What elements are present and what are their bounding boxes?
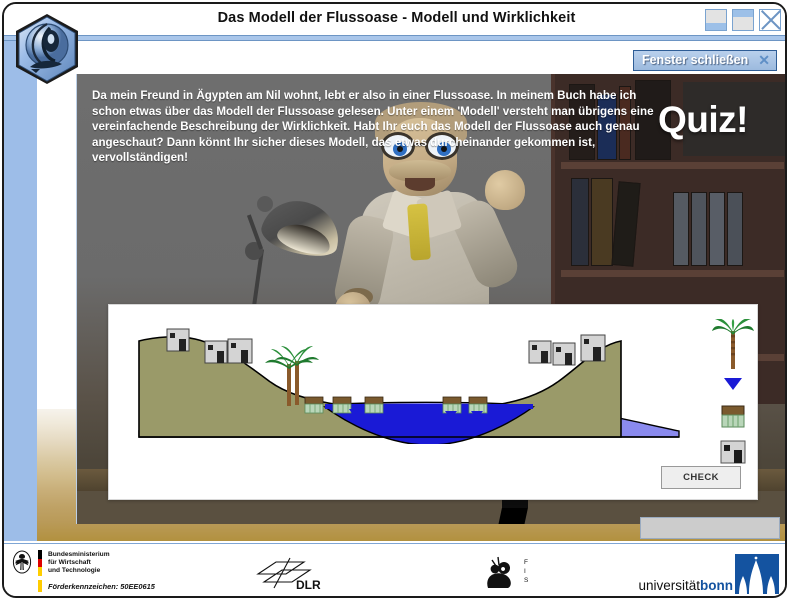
svg-text:DLR: DLR (296, 578, 321, 592)
foerderkennzeichen-text: Förderkennzeichen: 50EE0615 (48, 581, 155, 591)
field-icon (468, 396, 488, 414)
foerderkennzeichen: Förderkennzeichen: 50EE0615 (12, 580, 155, 592)
left-accent-strip (4, 41, 37, 541)
fis-letters: F I S (524, 554, 528, 592)
minimize-icon[interactable] (705, 9, 727, 31)
german-flag-bars (38, 550, 42, 577)
dlr-logo-icon: DLR (256, 557, 321, 592)
title-bar: Das Modell der Flussoase - Modell und Wi… (4, 4, 785, 41)
maximize-icon[interactable] (732, 9, 754, 31)
window-frame: Das Modell der Flussoase - Modell und Wi… (2, 2, 787, 598)
fis-logo-icon (487, 556, 511, 588)
field-item[interactable] (709, 404, 757, 435)
close-window-label: Fenster schließen (641, 53, 749, 67)
palm-tree-icon (712, 318, 754, 369)
house-icon (720, 440, 746, 464)
house-icon (204, 340, 228, 364)
fis-logo: F I S (482, 554, 542, 592)
palm-tree-item[interactable] (709, 318, 757, 376)
uni-bonn-wordmark: universitätbonn (638, 578, 733, 594)
close-window-button[interactable]: Fenster schließen ✕ (632, 50, 777, 71)
intro-text: Da mein Freund in Ägypten am Nil wohnt, … (92, 89, 654, 165)
window-controls (705, 9, 781, 31)
bmwi-line-3: und Technologie (48, 567, 101, 575)
field-icon (442, 396, 462, 414)
house-icon (166, 328, 190, 352)
water-drop-icon (724, 378, 742, 390)
application-window: Das Modell der Flussoase - Modell und Wi… (0, 0, 789, 600)
bmwi-logo: Bundesministerium für Wirtschaft und Tec… (12, 550, 110, 577)
close-icon[interactable] (759, 9, 781, 31)
check-button[interactable]: CHECK (661, 466, 741, 489)
fis-letter-s: S (524, 577, 529, 584)
bmwi-text: Bundesministerium für Wirtschaft und Tec… (48, 550, 110, 576)
globe-hexagon-logo[interactable] (10, 12, 84, 86)
house-icon (528, 340, 552, 364)
house-icon (227, 338, 253, 364)
field-icon (721, 405, 745, 428)
field-icon (364, 396, 384, 414)
close-icon: ✕ (758, 52, 770, 68)
federal-eagle-icon (12, 550, 32, 574)
house-icon (552, 342, 576, 366)
flussoase-cross-section-diagram[interactable] (129, 319, 689, 444)
fis-letter-i: I (524, 568, 526, 575)
desk-object-shadow (498, 508, 528, 524)
drag-items-palette (709, 318, 757, 464)
uni-bonn-word2: bonn (700, 578, 733, 593)
water-drop-item[interactable] (709, 377, 757, 396)
fis-letter-f: F (524, 559, 528, 566)
page-title: Das Modell der Flussoase - Modell und Wi… (217, 10, 576, 26)
uni-bonn-word1: universität (638, 578, 700, 593)
quiz-label: Quiz! (658, 99, 748, 140)
bmwi-line-1: Bundesministerium (48, 551, 110, 558)
uni-bonn-logo: universitätbonn (638, 554, 779, 594)
bmwi-line-2: für Wirtschaft (48, 559, 91, 567)
uni-bonn-logo-icon (735, 554, 779, 594)
bottom-input-bar[interactable] (640, 517, 780, 539)
house-icon (580, 334, 606, 362)
footer: Bundesministerium für Wirtschaft und Tec… (4, 543, 785, 596)
yellow-stripe (38, 580, 42, 592)
quiz-card: CHECK (108, 304, 758, 500)
field-icon (304, 396, 324, 414)
field-icon (332, 396, 352, 414)
